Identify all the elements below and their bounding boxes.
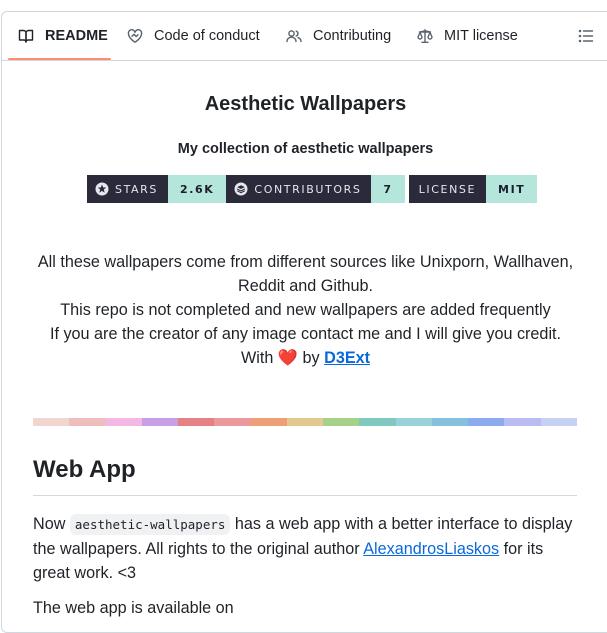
palette-swatch (504, 418, 541, 426)
star-burst-icon (95, 182, 109, 196)
contributors-badge-label: CONTRIBUTORS (254, 182, 362, 196)
active-tab-indicator (8, 58, 111, 60)
palette-swatch (250, 418, 287, 426)
web-app-description: Now aesthetic-wallpapers has a web app w… (33, 512, 578, 585)
readme-tabbar: README Code of conduct Contributing MIT … (2, 12, 607, 61)
palette-swatch (323, 418, 360, 426)
palette-swatch (395, 418, 432, 426)
list-unordered-icon (578, 29, 594, 43)
intro-line-2: This repo is not completed and new wallp… (60, 301, 551, 319)
palette-swatch (105, 418, 142, 426)
heading-divider (33, 495, 577, 496)
page-subtitle: My collection of aesthetic wallpapers (177, 141, 434, 157)
contributors-badge-value: 7 (371, 175, 405, 203)
palette-swatch (359, 418, 396, 426)
tab-code-of-conduct[interactable]: Code of conduct (127, 12, 260, 60)
now-text: Now (33, 515, 66, 533)
layers-icon (234, 182, 248, 196)
palette-swatch (468, 418, 505, 426)
intro-line-1: All these wallpapers come from different… (37, 253, 574, 295)
people-icon (286, 30, 302, 43)
book-icon (18, 29, 34, 43)
repo-name-code: aesthetic-wallpapers (69, 514, 231, 535)
heart-emoji: ❤️ (277, 349, 299, 367)
outline-button[interactable] (578, 28, 596, 46)
license-badge[interactable]: LICENSE MIT (408, 175, 538, 203)
stars-badge[interactable]: STARS 2.6K (87, 175, 227, 203)
intro-line-4: With ❤️ by D3Ext (35, 346, 576, 370)
tab-contributing[interactable]: Contributing (286, 12, 391, 60)
web-app-heading: Web App (33, 456, 136, 483)
tab-code-of-conduct-label: Code of conduct (154, 28, 260, 44)
law-icon (417, 29, 433, 43)
color-palette-strip (33, 418, 577, 426)
tab-mit-license-label: MIT license (444, 28, 518, 44)
license-badge-value: MIT (486, 175, 538, 203)
stars-badge-label: STARS (115, 182, 158, 196)
stars-badge-value: 2.6K (168, 175, 227, 203)
tab-contributing-label: Contributing (313, 28, 392, 44)
palette-swatch (431, 418, 469, 426)
contributors-badge[interactable]: CONTRIBUTORS 7 (226, 175, 405, 203)
palette-swatch (33, 418, 70, 426)
palette-swatch (141, 418, 179, 426)
original-author-link[interactable]: AlexandrosLiaskos (363, 540, 499, 558)
tab-mit-license[interactable]: MIT license (417, 12, 518, 60)
author-link[interactable]: D3Ext (324, 349, 370, 367)
code-of-conduct-icon (127, 29, 143, 43)
palette-swatch (69, 418, 106, 426)
palette-swatch (286, 418, 324, 426)
by-text: by (302, 349, 320, 367)
tab-readme[interactable]: README (18, 12, 108, 60)
intro-text: All these wallpapers come from different… (35, 250, 576, 370)
license-badge-label: LICENSE (418, 182, 477, 196)
palette-swatch (214, 418, 251, 426)
palette-swatch (178, 418, 215, 426)
palette-swatch (540, 418, 577, 426)
page-title: Aesthetic Wallpapers (204, 93, 407, 115)
intro-line-3: If you are the creator of any image cont… (49, 325, 562, 343)
tab-readme-label: README (45, 28, 108, 44)
with-text: With (240, 349, 274, 367)
badge-row: STARS 2.6K CONTRIBUTORS 7 LICENSE MIT (87, 175, 538, 203)
